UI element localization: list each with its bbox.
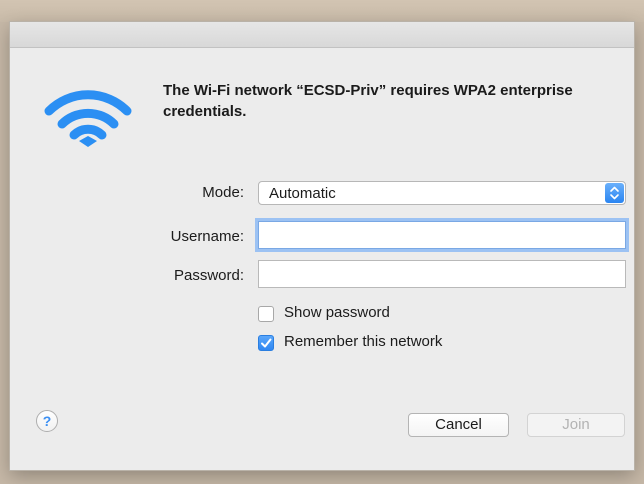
chevron-updown-icon	[605, 183, 624, 203]
remember-network-label[interactable]: Remember this network	[284, 333, 442, 350]
wifi-icon	[42, 80, 134, 153]
help-button[interactable]: ?	[36, 410, 58, 432]
desktop-backdrop	[0, 0, 644, 22]
dialog-message: The Wi-Fi network “ECSD-Priv” requires W…	[163, 82, 573, 120]
cancel-button[interactable]: Cancel	[408, 413, 509, 437]
mode-label: Mode:	[202, 184, 244, 201]
mode-select-value: Automatic	[269, 185, 336, 202]
username-label: Username:	[170, 228, 244, 245]
mode-select[interactable]: Automatic	[258, 181, 626, 205]
username-field[interactable]	[258, 221, 626, 249]
remember-network-checkbox[interactable]	[258, 335, 274, 351]
show-password-checkbox[interactable]	[258, 306, 274, 322]
help-icon: ?	[42, 413, 52, 429]
wifi-credentials-dialog: The Wi-Fi network “ECSD-Priv” requires W…	[10, 22, 634, 470]
show-password-label[interactable]: Show password	[284, 304, 390, 321]
password-field[interactable]	[258, 260, 626, 288]
dialog-titlebar[interactable]	[10, 22, 634, 48]
join-button[interactable]: Join	[527, 413, 625, 437]
password-label: Password:	[173, 267, 244, 284]
checkmark-icon	[261, 338, 272, 348]
